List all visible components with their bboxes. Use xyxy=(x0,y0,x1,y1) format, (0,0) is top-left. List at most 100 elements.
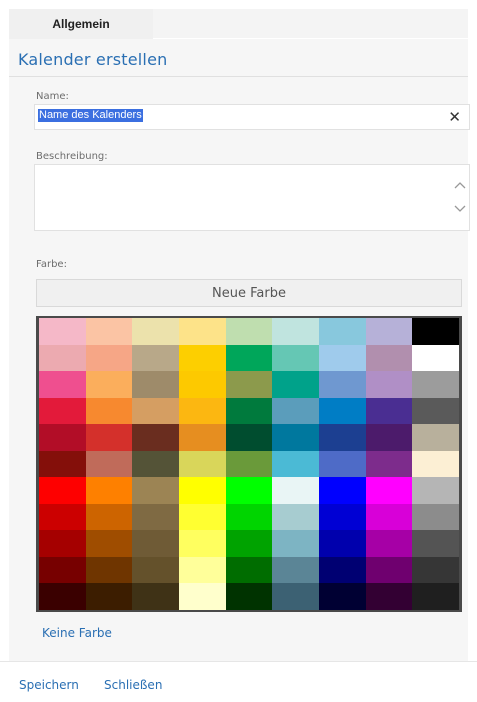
color-swatch[interactable] xyxy=(365,344,413,372)
color-swatch[interactable] xyxy=(319,450,366,478)
color-swatch[interactable] xyxy=(272,450,319,478)
color-swatch[interactable] xyxy=(85,371,133,398)
color-swatch[interactable] xyxy=(179,344,226,372)
color-swatch[interactable] xyxy=(272,556,319,584)
color-swatch[interactable] xyxy=(412,397,459,425)
color-swatch[interactable] xyxy=(132,530,179,557)
new-color-button[interactable]: Neue Farbe xyxy=(36,279,462,307)
color-swatch[interactable] xyxy=(225,556,273,584)
color-swatch[interactable] xyxy=(132,583,179,610)
color-swatch[interactable] xyxy=(85,556,133,584)
scroll-up-icon[interactable] xyxy=(453,179,467,193)
color-swatch[interactable] xyxy=(319,318,366,345)
color-swatch[interactable] xyxy=(319,371,366,398)
color-swatch[interactable] xyxy=(225,397,273,425)
color-swatch[interactable] xyxy=(319,477,366,504)
color-swatch[interactable] xyxy=(132,450,179,478)
color-swatch[interactable] xyxy=(179,397,226,425)
color-swatch[interactable] xyxy=(272,318,319,345)
color-swatch[interactable] xyxy=(412,424,459,451)
color-swatch[interactable] xyxy=(39,344,86,372)
color-swatch[interactable] xyxy=(319,583,366,610)
color-swatch[interactable] xyxy=(365,424,413,451)
color-swatch[interactable] xyxy=(225,503,273,531)
save-link[interactable]: Speichern xyxy=(19,678,79,692)
color-swatch[interactable] xyxy=(39,503,86,531)
color-swatch[interactable] xyxy=(132,371,179,398)
color-swatch[interactable] xyxy=(85,318,133,345)
color-swatch[interactable] xyxy=(365,450,413,478)
color-swatch[interactable] xyxy=(319,344,366,372)
color-swatch[interactable] xyxy=(132,424,179,451)
color-swatch[interactable] xyxy=(132,556,179,584)
color-swatch[interactable] xyxy=(85,530,133,557)
color-swatch[interactable] xyxy=(85,477,133,504)
color-swatch[interactable] xyxy=(412,583,459,610)
color-swatch[interactable] xyxy=(39,477,86,504)
color-swatch[interactable] xyxy=(365,583,413,610)
clear-icon[interactable]: ✕ xyxy=(448,108,461,126)
color-swatch[interactable] xyxy=(225,450,273,478)
color-swatch[interactable] xyxy=(179,556,226,584)
color-swatch[interactable] xyxy=(85,503,133,531)
color-swatch[interactable] xyxy=(132,503,179,531)
color-swatch[interactable] xyxy=(39,583,86,610)
color-swatch[interactable] xyxy=(319,424,366,451)
color-swatch[interactable] xyxy=(85,397,133,425)
color-swatch[interactable] xyxy=(225,344,273,372)
color-swatch[interactable] xyxy=(412,371,459,398)
color-swatch[interactable] xyxy=(365,318,413,345)
color-swatch[interactable] xyxy=(85,450,133,478)
color-swatch[interactable] xyxy=(272,397,319,425)
color-swatch[interactable] xyxy=(412,556,459,584)
name-field[interactable]: Name des Kalenders ✕ xyxy=(34,104,470,130)
color-swatch[interactable] xyxy=(412,318,459,345)
color-swatch[interactable] xyxy=(412,344,459,372)
color-swatch[interactable] xyxy=(272,371,319,398)
color-swatch[interactable] xyxy=(39,397,86,425)
color-swatch[interactable] xyxy=(412,530,459,557)
color-swatch[interactable] xyxy=(225,477,273,504)
color-swatch[interactable] xyxy=(132,477,179,504)
tab-allgemein[interactable]: Allgemein xyxy=(9,9,153,39)
color-swatch[interactable] xyxy=(365,503,413,531)
color-swatch[interactable] xyxy=(319,556,366,584)
color-swatch[interactable] xyxy=(365,397,413,425)
color-swatch[interactable] xyxy=(412,503,459,531)
color-swatch[interactable] xyxy=(319,530,366,557)
description-field[interactable] xyxy=(34,164,470,231)
color-swatch[interactable] xyxy=(179,424,226,451)
color-swatch[interactable] xyxy=(272,583,319,610)
color-swatch[interactable] xyxy=(39,530,86,557)
color-swatch[interactable] xyxy=(179,371,226,398)
color-swatch[interactable] xyxy=(132,397,179,425)
color-swatch[interactable] xyxy=(85,424,133,451)
color-swatch[interactable] xyxy=(412,477,459,504)
color-swatch[interactable] xyxy=(225,424,273,451)
color-swatch[interactable] xyxy=(132,344,179,372)
color-swatch[interactable] xyxy=(85,344,133,372)
color-swatch[interactable] xyxy=(225,530,273,557)
color-swatch[interactable] xyxy=(272,424,319,451)
color-swatch[interactable] xyxy=(272,344,319,372)
color-swatch[interactable] xyxy=(225,583,273,610)
color-swatch[interactable] xyxy=(365,477,413,504)
close-link[interactable]: Schließen xyxy=(104,678,162,692)
color-swatch[interactable] xyxy=(132,318,179,345)
scroll-down-icon[interactable] xyxy=(453,201,467,215)
color-swatch[interactable] xyxy=(225,318,273,345)
color-swatch[interactable] xyxy=(85,583,133,610)
color-swatch[interactable] xyxy=(39,318,86,345)
color-swatch[interactable] xyxy=(365,371,413,398)
color-swatch[interactable] xyxy=(272,530,319,557)
color-swatch[interactable] xyxy=(179,318,226,345)
color-swatch[interactable] xyxy=(272,477,319,504)
color-swatch[interactable] xyxy=(319,503,366,531)
color-swatch[interactable] xyxy=(39,556,86,584)
color-swatch[interactable] xyxy=(272,503,319,531)
color-swatch[interactable] xyxy=(179,530,226,557)
color-swatch[interactable] xyxy=(39,371,86,398)
color-swatch[interactable] xyxy=(179,450,226,478)
color-swatch[interactable] xyxy=(365,556,413,584)
color-swatch[interactable] xyxy=(319,397,366,425)
